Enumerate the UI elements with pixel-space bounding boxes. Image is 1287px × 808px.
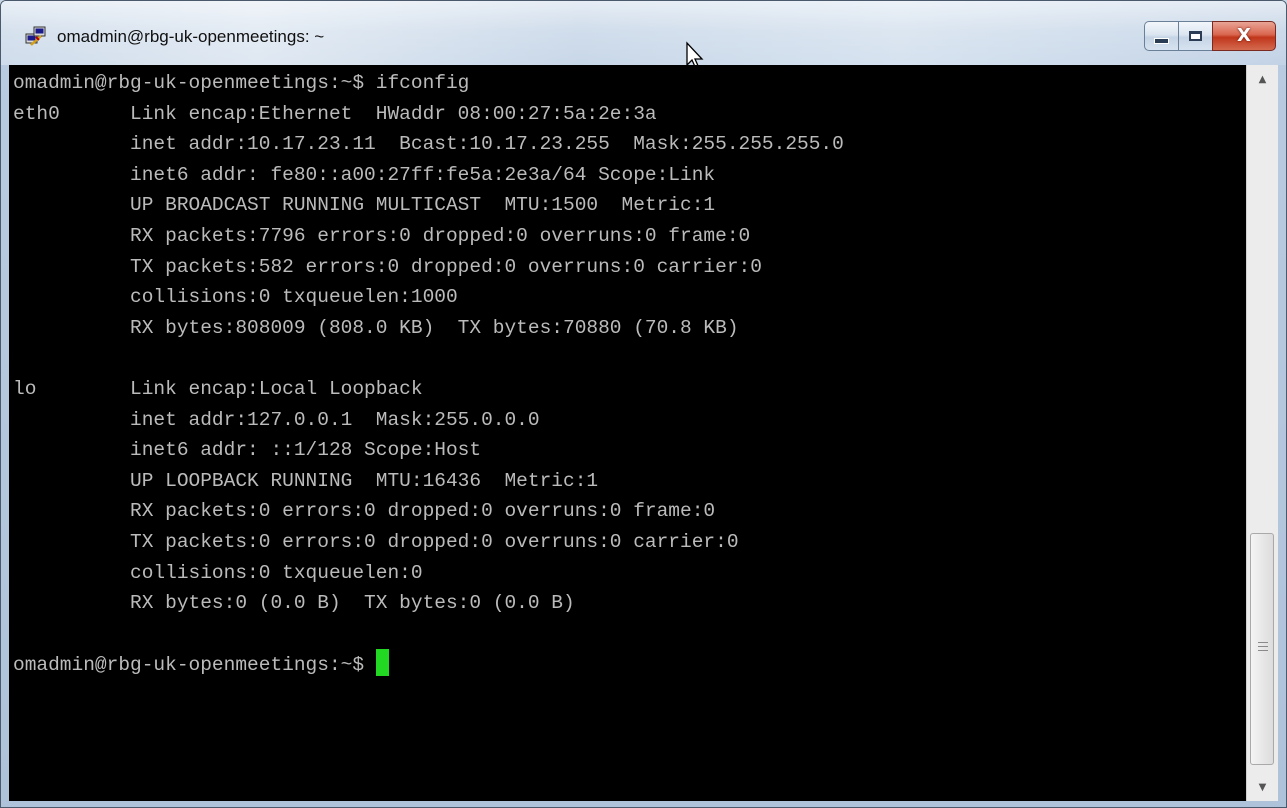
terminal-line: omadmin@rbg-uk-openmeetings:~$ ifconfig [13, 72, 470, 94]
terminal-line: inet addr:10.17.23.11 Bcast:10.17.23.255… [13, 133, 844, 156]
terminal-line: UP BROADCAST RUNNING MULTICAST MTU:1500 … [13, 194, 716, 217]
terminal-line: TX packets:0 errors:0 dropped:0 overruns… [13, 530, 739, 553]
terminal-line: inet addr:127.0.0.1 Mask:255.0.0.0 [13, 408, 540, 431]
window-controls: X [1144, 21, 1276, 51]
terminal-line: inet6 addr: fe80::a00:27ff:fe5a:2e3a/64 … [13, 163, 716, 186]
vertical-scrollbar[interactable]: ▲ ▼ [1246, 65, 1278, 801]
close-icon: X [1237, 25, 1251, 46]
terminal-line: collisions:0 txqueuelen:0 [13, 561, 423, 584]
terminal-line: TX packets:582 errors:0 dropped:0 overru… [13, 255, 762, 278]
grip-icon [1258, 642, 1268, 651]
maximize-button[interactable] [1178, 21, 1212, 51]
terminal-line: RX bytes:808009 (808.0 KB) TX bytes:7088… [13, 316, 739, 339]
terminal-area[interactable]: omadmin@rbg-uk-openmeetings:~$ ifconfig e… [9, 65, 1246, 801]
minimize-button[interactable] [1144, 21, 1178, 51]
terminal-line: RX packets:7796 errors:0 dropped:0 overr… [13, 224, 751, 247]
terminal-line: eth0 Link encap:Ethernet HWaddr 08:00:27… [13, 102, 657, 125]
terminal-line: collisions:0 txqueuelen:1000 [13, 286, 458, 309]
shell-prompt: omadmin@rbg-uk-openmeetings:~$ [13, 654, 376, 677]
terminal-line: inet6 addr: ::1/128 Scope:Host [13, 439, 482, 462]
terminal-line: UP LOOPBACK RUNNING MTU:16436 Metric:1 [13, 469, 599, 492]
terminal-prompt-line: omadmin@rbg-uk-openmeetings:~$ [13, 649, 1246, 680]
scroll-down-arrow-icon[interactable]: ▼ [1247, 773, 1278, 801]
putty-icon[interactable] [25, 25, 47, 47]
text-cursor [375, 649, 389, 677]
terminal-line: RX packets:0 errors:0 dropped:0 overruns… [13, 500, 716, 523]
close-button[interactable]: X [1212, 21, 1276, 51]
minimize-icon [1154, 38, 1169, 44]
window-title: omadmin@rbg-uk-openmeetings: ~ [57, 27, 325, 46]
terminal-output: omadmin@rbg-uk-openmeetings:~$ ifconfig e… [9, 65, 1246, 680]
terminal-line: RX bytes:0 (0.0 B) TX bytes:0 (0.0 B) [13, 592, 575, 615]
scroll-up-arrow-icon[interactable]: ▲ [1247, 65, 1278, 93]
scrollbar-thumb[interactable] [1250, 533, 1274, 765]
maximize-icon [1189, 31, 1202, 41]
putty-window: omadmin@rbg-uk-openmeetings: ~ X omadmin… [0, 0, 1287, 808]
title-bar[interactable]: omadmin@rbg-uk-openmeetings: ~ X [1, 1, 1286, 65]
terminal-line: lo Link encap:Local Loopback [13, 377, 423, 400]
